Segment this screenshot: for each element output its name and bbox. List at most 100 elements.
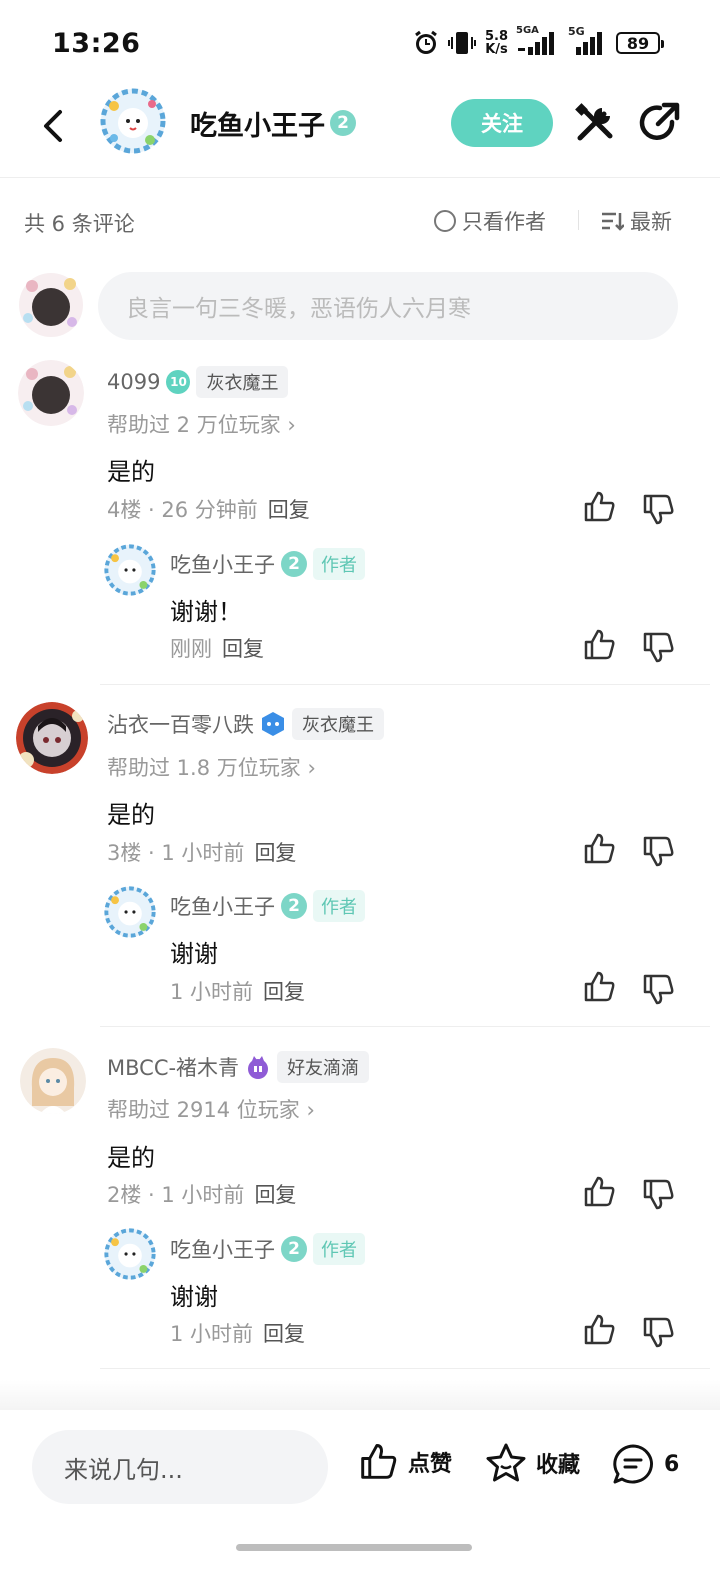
reply-time: 1 小时前 xyxy=(170,980,254,1004)
comment-time: 2楼 · 1 小时前 xyxy=(107,1183,245,1207)
bottom-shadow xyxy=(0,1380,720,1410)
game-badge-icon xyxy=(262,712,284,736)
vibrate-icon xyxy=(447,32,476,54)
comment-input[interactable]: 良言一句三冬暖，恶语伤人六月寒 xyxy=(98,272,678,340)
user-title-tag: 灰衣魔王 xyxy=(292,708,384,740)
reply-user-name[interactable]: 吃鱼小王子 xyxy=(170,891,275,921)
say-something-input[interactable]: 来说几句... xyxy=(32,1430,328,1504)
comment-meta: 2楼 · 1 小时前 回复 xyxy=(107,1179,296,1209)
comment-time: 4楼 · 26 分钟前 xyxy=(107,498,258,522)
only-author-toggle[interactable]: 只看作者 xyxy=(434,206,546,236)
comment-meta: 3楼 · 1 小时前 回复 xyxy=(107,837,296,867)
chevron-right-icon: › xyxy=(287,413,296,437)
reply-name-row: 吃鱼小王子 2 作者 xyxy=(170,890,365,922)
reply-user-name[interactable]: 吃鱼小王子 xyxy=(170,1234,275,1264)
reply-button[interactable]: 回复 xyxy=(268,498,310,522)
like-icon[interactable] xyxy=(582,970,616,1004)
pet-badge-icon xyxy=(248,1056,269,1079)
level-badge: 2 xyxy=(281,893,307,919)
helped-text: 帮助过 2 万位玩家 xyxy=(107,413,281,437)
chevron-right-icon: › xyxy=(306,1098,315,1122)
dislike-icon[interactable] xyxy=(641,1315,675,1349)
reply-meta: 1 小时前 回复 xyxy=(170,976,305,1006)
back-icon[interactable] xyxy=(34,106,74,146)
bottom-action-bar: 来说几句... 点赞 收藏 6 xyxy=(0,1410,720,1595)
author-avatar[interactable] xyxy=(104,1228,156,1280)
like-icon[interactable] xyxy=(582,1313,616,1347)
like-icon xyxy=(361,1444,397,1479)
my-avatar xyxy=(19,273,83,337)
like-button[interactable]: 点赞 xyxy=(356,1442,452,1482)
like-icon[interactable] xyxy=(582,832,616,866)
level-badge: 10 xyxy=(166,370,191,394)
signal-5ga: 5GA xyxy=(516,25,560,57)
user-avatar[interactable] xyxy=(18,360,84,426)
comments-bar: 共 6 条评论 只看作者 最新 xyxy=(0,180,720,260)
radio-circle-icon xyxy=(434,210,456,232)
reply-button[interactable]: 回复 xyxy=(263,980,305,1004)
status-time: 13:26 xyxy=(52,28,141,59)
sort-toggle[interactable]: 最新 xyxy=(600,206,672,236)
reply-name-row: 吃鱼小王子 2 作者 xyxy=(170,1233,365,1265)
helped-players[interactable]: 帮助过 2 万位玩家 › xyxy=(107,409,296,439)
reply-user-name[interactable]: 吃鱼小王子 xyxy=(170,549,275,579)
author-avatar[interactable] xyxy=(100,88,166,154)
comment-divider xyxy=(100,684,710,685)
author-avatar[interactable] xyxy=(104,544,156,596)
post-header: 吃鱼小王子 2 关注 xyxy=(0,88,720,178)
user-name[interactable]: MBCC-褚木青 xyxy=(107,1052,239,1082)
author-tag: 作者 xyxy=(313,548,365,580)
battery-icon: 89 xyxy=(616,32,664,54)
follow-button[interactable]: 关注 xyxy=(451,99,553,147)
user-name-row: 4099 10 灰衣魔王 xyxy=(107,366,289,398)
comment-time: 3楼 · 1 小时前 xyxy=(107,841,245,865)
share-icon[interactable] xyxy=(636,100,682,146)
dislike-icon[interactable] xyxy=(641,834,675,868)
comment-meta: 4楼 · 26 分钟前 回复 xyxy=(107,494,310,524)
net-speed: 5.8 K/s xyxy=(485,30,508,56)
sort-label: 最新 xyxy=(630,210,672,234)
dislike-icon[interactable] xyxy=(641,630,675,664)
reply-time: 1 小时前 xyxy=(170,1322,254,1346)
user-name[interactable]: 沾衣一百零八跌 xyxy=(107,709,254,739)
like-icon[interactable] xyxy=(582,490,616,524)
net-speed-unit: K/s xyxy=(485,42,508,57)
user-title-tag: 灰衣魔王 xyxy=(196,366,289,398)
author-tag: 作者 xyxy=(313,890,365,922)
status-icons: 5.8 K/s 5GA 5G 89 xyxy=(413,25,664,60)
reply-button[interactable]: 回复 xyxy=(222,637,264,661)
user-avatar[interactable] xyxy=(16,702,88,774)
reply-text: 谢谢！ xyxy=(170,598,242,626)
helped-text: 帮助过 2914 位玩家 xyxy=(107,1098,300,1122)
level-badge: 2 xyxy=(281,551,307,577)
like-icon[interactable] xyxy=(582,628,616,662)
dislike-icon[interactable] xyxy=(641,972,675,1006)
user-name[interactable]: 4099 xyxy=(107,370,160,394)
favorite-button[interactable]: 收藏 xyxy=(484,1442,580,1484)
dislike-icon[interactable] xyxy=(641,1177,675,1211)
like-icon[interactable] xyxy=(582,1175,616,1209)
reply-button[interactable]: 回复 xyxy=(254,841,296,865)
comment-text: 是的 xyxy=(107,458,155,486)
user-name-row: 沾衣一百零八跌 灰衣魔王 xyxy=(107,708,384,740)
comment-count-button[interactable]: 6 xyxy=(610,1442,679,1486)
reply-meta: 刚刚 回复 xyxy=(170,633,264,663)
comment-count: 6 xyxy=(664,1451,680,1477)
user-name-row: MBCC-褚木青 好友滴滴 xyxy=(107,1051,370,1083)
only-author-label: 只看作者 xyxy=(462,210,546,234)
helped-players[interactable]: 帮助过 1.8 万位玩家 › xyxy=(107,752,316,782)
reply-button[interactable]: 回复 xyxy=(263,1322,305,1346)
comment-divider xyxy=(100,1368,710,1369)
author-avatar[interactable] xyxy=(104,886,156,938)
reply-name-row: 吃鱼小王子 2 作者 xyxy=(170,548,365,580)
dislike-icon[interactable] xyxy=(641,492,675,526)
status-bar: 13:26 5.8 K/s 5GA 5G 89 xyxy=(0,0,720,88)
tools-icon[interactable] xyxy=(574,102,616,144)
level-badge: 2 xyxy=(281,1236,307,1262)
helped-players[interactable]: 帮助过 2914 位玩家 › xyxy=(107,1094,315,1124)
reply-button[interactable]: 回复 xyxy=(254,1183,296,1207)
user-avatar[interactable] xyxy=(20,1048,86,1114)
battery-level: 89 xyxy=(626,33,650,53)
home-indicator[interactable] xyxy=(236,1544,472,1551)
author-name[interactable]: 吃鱼小王子 xyxy=(190,104,325,143)
